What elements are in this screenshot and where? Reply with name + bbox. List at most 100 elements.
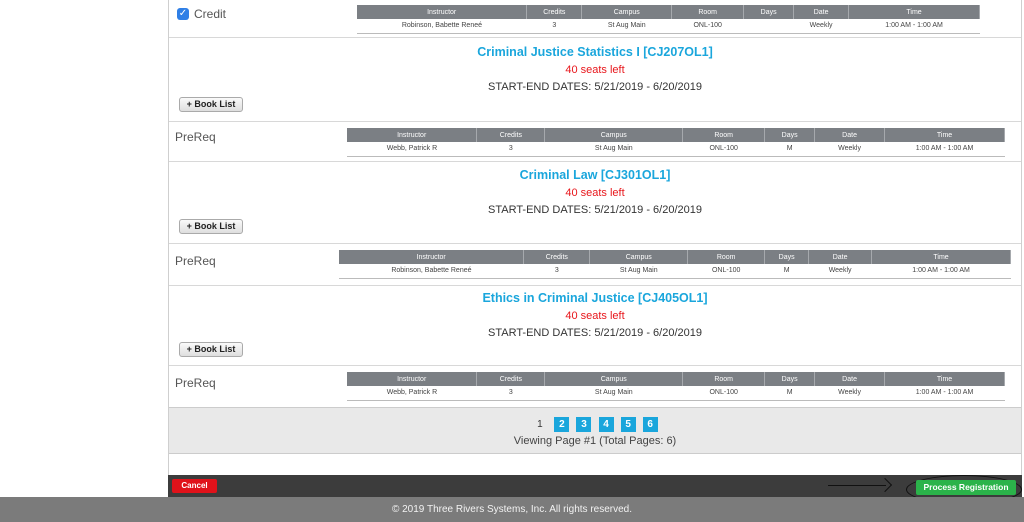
col-header-instructor: Instructor xyxy=(357,5,528,19)
cell-time: 1:00 AM - 1:00 AM xyxy=(884,386,1005,401)
prereq-row: PreReq Instructor Credits Campus Room Da… xyxy=(169,244,1021,286)
course-title[interactable]: Ethics in Criminal Justice [CJ405OL1] xyxy=(169,291,1021,305)
cell-campus: St Aug Main xyxy=(589,264,688,279)
prereq-label: PreReq xyxy=(175,130,216,144)
page-numbers: 1 2 3 4 5 6 xyxy=(169,417,1021,433)
col-header-credits: Credits xyxy=(523,250,591,264)
col-header-days: Days xyxy=(764,250,810,264)
cell-credits: 3 xyxy=(476,142,545,157)
cell-instructor: Webb, Patrick R xyxy=(347,142,477,157)
col-header-credits: Credits xyxy=(476,128,546,142)
section-table: Instructor Credits Campus Room Days Date… xyxy=(347,128,1005,157)
action-bar: Cancel Process Registration xyxy=(168,475,1022,504)
cell-days xyxy=(743,19,794,34)
seats-left: 40 seats left xyxy=(565,64,625,76)
col-header-instructor: Instructor xyxy=(339,250,525,264)
section-table: Instructor Credits Campus Room Days Date… xyxy=(357,5,980,34)
col-header-room: Room xyxy=(682,128,766,142)
course-info: Criminal Law [CJ301OL1] 40 seats left ST… xyxy=(169,168,1021,216)
col-header-campus: Campus xyxy=(544,372,684,386)
col-header-instructor: Instructor xyxy=(347,128,478,142)
col-header-campus: Campus xyxy=(589,250,689,264)
col-header-credits: Credits xyxy=(526,5,583,19)
cell-campus: St Aug Main xyxy=(544,142,683,157)
cell-campus: St Aug Main xyxy=(544,386,683,401)
col-header-date: Date xyxy=(814,128,886,142)
book-list-button[interactable]: + Book List xyxy=(179,97,243,112)
prereq-label: PreReq xyxy=(175,376,216,390)
page-summary: Viewing Page #1 (Total Pages: 6) xyxy=(513,435,677,447)
start-end-dates: START-END DATES: 5/21/2019 - 6/20/2019 xyxy=(488,81,702,93)
col-header-campus: Campus xyxy=(544,128,684,142)
seats-left: 40 seats left xyxy=(565,187,625,199)
prereq-row: PreReq Instructor Credits Campus Room Da… xyxy=(169,122,1021,162)
cell-time: 1:00 AM - 1:00 AM xyxy=(871,264,1011,279)
col-header-days: Days xyxy=(743,5,795,19)
page-link-5[interactable]: 5 xyxy=(620,417,636,432)
prereq-row: PreReq Instructor Credits Campus Room Da… xyxy=(169,366,1021,407)
credit-checkbox[interactable]: ✓ xyxy=(177,8,189,20)
cell-time: 1:00 AM - 1:00 AM xyxy=(884,142,1005,157)
section-table: Instructor Credits Campus Room Days Date… xyxy=(347,372,1005,401)
table-row: Robinson, Babette Reneé 3 St Aug Main ON… xyxy=(357,19,980,34)
col-header-date: Date xyxy=(814,372,886,386)
table-row: Robinson, Babette Reneé 3 St Aug Main ON… xyxy=(339,264,1011,279)
page-link-2[interactable]: 2 xyxy=(554,417,570,432)
col-header-credits: Credits xyxy=(476,372,546,386)
cell-days: M xyxy=(764,142,815,157)
copyright-footer: © 2019 Three Rivers Systems, Inc. All ri… xyxy=(0,497,1024,522)
col-header-room: Room xyxy=(687,250,766,264)
course-card: Criminal Law [CJ301OL1] 40 seats left ST… xyxy=(169,162,1021,244)
start-end-dates: START-END DATES: 5/21/2019 - 6/20/2019 xyxy=(488,327,702,339)
col-header-time: Time xyxy=(884,372,1005,386)
col-header-days: Days xyxy=(764,128,816,142)
cell-instructor: Webb, Patrick R xyxy=(347,386,477,401)
col-header-time: Time xyxy=(848,5,980,19)
course-title[interactable]: Criminal Law [CJ301OL1] xyxy=(169,168,1021,182)
cell-date: Weekly xyxy=(793,19,849,34)
col-header-days: Days xyxy=(764,372,816,386)
cell-room: ONL-100 xyxy=(682,142,765,157)
cell-instructor: Robinson, Babette Reneé xyxy=(339,264,524,279)
book-list-button[interactable]: + Book List xyxy=(179,342,243,357)
page-link-6[interactable]: 6 xyxy=(642,417,658,432)
course-card: Criminal Justice Statistics I [CJ207OL1]… xyxy=(169,38,1021,122)
course-title[interactable]: Criminal Justice Statistics I [CJ207OL1] xyxy=(169,45,1021,59)
cell-credits: 3 xyxy=(526,19,582,34)
col-header-room: Room xyxy=(671,5,745,19)
page-link-3[interactable]: 3 xyxy=(576,417,592,432)
table-row: Webb, Patrick R 3 St Aug Main ONL-100 M … xyxy=(347,386,1005,401)
page-link-4[interactable]: 4 xyxy=(598,417,614,432)
col-header-time: Time xyxy=(884,128,1005,142)
pagination: 1 2 3 4 5 6 Viewing Page #1 (Total Pages… xyxy=(169,407,1021,454)
cell-time: 1:00 AM - 1:00 AM xyxy=(848,19,980,34)
cell-date: Weekly xyxy=(814,142,885,157)
col-header-room: Room xyxy=(682,372,766,386)
cell-room: ONL-100 xyxy=(682,386,765,401)
cell-campus: St Aug Main xyxy=(581,19,672,34)
cell-room: ONL-100 xyxy=(687,264,765,279)
cell-date: Weekly xyxy=(814,386,885,401)
page-current: 1 xyxy=(537,419,543,430)
process-registration-button[interactable]: Process Registration xyxy=(916,480,1016,495)
cell-credits: 3 xyxy=(476,386,545,401)
arrow-head-icon xyxy=(877,477,893,493)
credit-label: Credit xyxy=(194,7,227,21)
col-header-date: Date xyxy=(793,5,850,19)
cancel-button[interactable]: Cancel xyxy=(172,479,217,493)
book-list-button[interactable]: + Book List xyxy=(179,219,243,234)
start-end-dates: START-END DATES: 5/21/2019 - 6/20/2019 xyxy=(488,204,702,216)
col-header-campus: Campus xyxy=(581,5,673,19)
col-header-time: Time xyxy=(871,250,1011,264)
registration-page: ✓ Credit Instructor Credits Campus Room … xyxy=(0,0,1024,522)
credit-row: ✓ Credit Instructor Credits Campus Room … xyxy=(169,0,1021,38)
seats-left: 40 seats left xyxy=(565,310,625,322)
course-card: Ethics in Criminal Justice [CJ405OL1] 40… xyxy=(169,286,1021,366)
cell-room: ONL-100 xyxy=(671,19,744,34)
course-info: Criminal Justice Statistics I [CJ207OL1]… xyxy=(169,45,1021,93)
section-table: Instructor Credits Campus Room Days Date… xyxy=(339,250,1011,279)
cell-days: M xyxy=(764,386,815,401)
col-header-instructor: Instructor xyxy=(347,372,478,386)
col-header-date: Date xyxy=(808,250,873,264)
prereq-label: PreReq xyxy=(175,254,216,268)
